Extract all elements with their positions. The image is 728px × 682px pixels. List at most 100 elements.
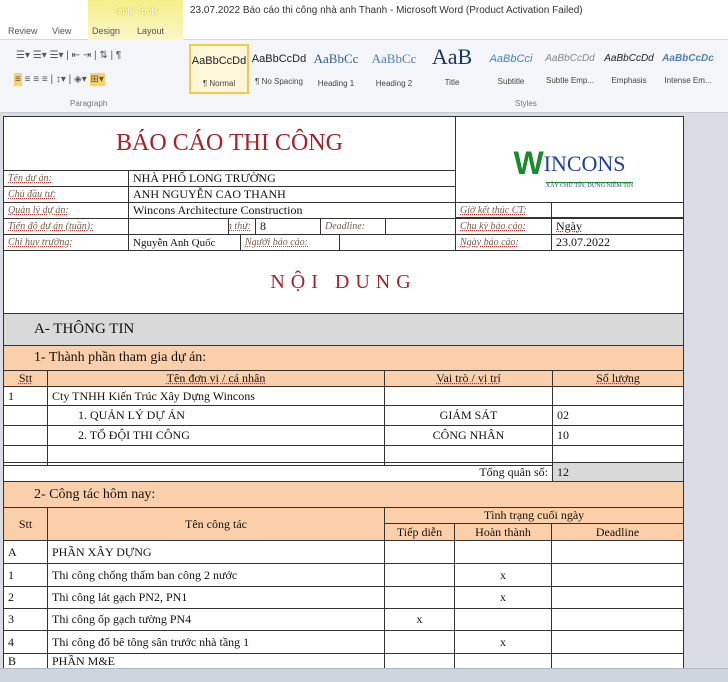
t2-cell[interactable]: x — [454, 563, 552, 587]
context-tab-label: Table Tools — [113, 6, 158, 16]
t2-header-ongoing: Tiếp diễn — [384, 523, 455, 541]
t2-cell[interactable]: 3 — [3, 608, 48, 631]
t1-header-cell: Tên đơn vị / cá nhân — [47, 370, 385, 387]
t2-cell[interactable]: 4 — [3, 630, 48, 654]
value-date[interactable]: 23.07.2022 — [551, 234, 684, 251]
value-deadline[interactable] — [385, 218, 456, 235]
value-manager[interactable]: Wincons Architecture Construction — [128, 202, 456, 219]
t1-cell[interactable] — [552, 386, 684, 406]
value-reporter[interactable] — [339, 234, 456, 251]
section-2: 2- Công tác hôm nay: — [3, 481, 684, 508]
label-week: Tuần thứ: — [228, 218, 256, 235]
tab-review[interactable]: Review — [8, 26, 38, 36]
t1-cell[interactable] — [384, 386, 553, 406]
align-icons[interactable]: ≡ ≡ ≡ ≡ | ↕▾ | ◈▾ ⊞▾ — [14, 73, 105, 86]
section-a: A- THÔNG TIN — [3, 313, 684, 346]
label-owner: Chủ đầu tư: — [3, 186, 129, 203]
style-heading-1[interactable]: AaBbCc Heading 1 — [306, 44, 366, 94]
style-no-spacing[interactable]: AaBbCcDd ¶ No Spacing — [249, 44, 309, 94]
logo-slogan: XÂY CHỮ TÍN, DỰNG NIỀM TIN — [545, 182, 634, 189]
t2-cell[interactable] — [551, 608, 684, 631]
t2-cell[interactable]: x — [454, 586, 552, 609]
value-week[interactable]: 8 — [255, 218, 321, 235]
t1-cell[interactable] — [3, 425, 48, 446]
t2-cell[interactable] — [551, 563, 684, 587]
t1-cell[interactable]: 10 — [552, 425, 684, 446]
t2-cell[interactable]: Thi công ốp gạch tường PN4 — [47, 608, 385, 631]
t1-header-cell: Số lượng — [552, 370, 684, 387]
value-progress[interactable] — [128, 218, 229, 235]
style-subtle-emphasis[interactable]: AaBbCcDd Subtle Emp... — [540, 44, 600, 94]
t2-cell[interactable]: x — [454, 630, 552, 654]
t2-cell[interactable] — [551, 586, 684, 609]
value-project[interactable]: NHÀ PHỐ LONG TRƯỜNG — [128, 170, 456, 187]
t2-header-done: Hoàn thành — [454, 523, 552, 541]
bullets-icon[interactable]: ☰▾ ☰▾ ☰▾ | ⇤ ⇥ | ⇅ | ¶ — [16, 50, 121, 61]
t2-cell[interactable] — [454, 540, 552, 564]
tab-design[interactable]: Design — [92, 26, 120, 36]
label-reporter: Người báo cáo: — [240, 234, 340, 251]
label-end-time: Giờ kết thúc CT: — [455, 202, 552, 219]
t1-cell[interactable]: Cty TNHH Kiến Trúc Xây Dựng Wincons — [47, 386, 385, 406]
t2-cell[interactable]: 1 — [3, 563, 48, 587]
t2-cell[interactable] — [384, 630, 455, 654]
t1-header-cell: Vai trò / vị trí — [384, 370, 553, 387]
label-chief: Chỉ huy trưởng: — [3, 234, 129, 251]
style-normal[interactable]: AaBbCcDd ¶ Normal — [189, 44, 249, 94]
t1-cell[interactable]: CÔNG NHÂN — [384, 425, 553, 446]
t2-cell[interactable] — [551, 540, 684, 564]
t2-cell[interactable]: B — [3, 653, 48, 668]
value-chief[interactable]: Nguyễn Anh Quốc — [128, 234, 241, 251]
group-styles: Styles — [515, 99, 537, 108]
label-date: Ngày báo cáo: — [455, 234, 552, 251]
t2-cell[interactable]: Thi công lát gạch PN2, PN1 — [47, 586, 385, 609]
status-bar — [0, 668, 728, 682]
group-paragraph: Paragraph — [70, 99, 108, 108]
tab-view[interactable]: View — [52, 26, 71, 36]
label-manager: Quản lý dự án: — [3, 202, 129, 219]
t2-header-stt: Stt — [3, 507, 48, 541]
t1-cell[interactable]: 1 — [3, 386, 48, 406]
total-label: Tổng quân số: — [3, 462, 553, 482]
t1-cell[interactable]: 1. QUẢN LÝ DỰ ÁN — [47, 405, 385, 426]
t2-cell[interactable] — [384, 563, 455, 587]
label-cycle: Chu kỳ báo cáo: — [455, 218, 552, 235]
t1-cell[interactable]: 2. TỔ ĐỘI THI CÔNG — [47, 425, 385, 446]
t1-cell[interactable]: 02 — [552, 405, 684, 426]
t1-header-cell: Stt — [3, 370, 48, 387]
t1-cell[interactable]: GIÁM SÁT — [384, 405, 553, 426]
t2-cell[interactable] — [551, 653, 684, 668]
value-cycle[interactable]: Ngày — [551, 218, 684, 235]
t2-cell[interactable]: PHẦN XÂY DỰNG — [47, 540, 385, 564]
t2-cell[interactable] — [551, 630, 684, 654]
t2-cell[interactable]: 2 — [3, 586, 48, 609]
t2-cell[interactable]: Thi công đổ bê tông sân trước nhà tầng 1 — [47, 630, 385, 654]
value-end-time[interactable] — [551, 202, 684, 219]
t2-cell[interactable]: Thi công chống thấm ban công 2 nước — [47, 563, 385, 587]
style-emphasis[interactable]: AaBbCcDd Emphasis — [599, 44, 659, 94]
t1-cell[interactable] — [3, 405, 48, 426]
t2-cell[interactable]: PHẦN M&E — [47, 653, 385, 668]
t2-cell[interactable]: x — [384, 608, 455, 631]
style-intense-emphasis[interactable]: AaBbCcDc Intense Em... — [658, 44, 718, 94]
style-title[interactable]: AaB Title — [422, 44, 482, 94]
value-owner[interactable]: ANH NGUYỄN CAO THANH — [128, 186, 456, 203]
t2-cell[interactable]: A — [3, 540, 48, 564]
window-title: 23.07.2022 Báo cáo thi công nhà anh Than… — [190, 5, 583, 16]
t2-cell[interactable] — [454, 653, 552, 668]
style-heading-2[interactable]: AaBbCc Heading 2 — [364, 44, 424, 94]
t2-cell[interactable] — [384, 586, 455, 609]
label-project: Tên dự án: — [3, 170, 129, 187]
label-deadline: Deadline: — [320, 218, 386, 235]
style-subtitle[interactable]: AaBbCci Subtitle — [481, 44, 541, 94]
t2-cell[interactable] — [384, 540, 455, 564]
t2-cell[interactable] — [384, 653, 455, 668]
section-1: 1- Thành phần tham gia dự án: — [3, 345, 684, 371]
t2-cell[interactable] — [454, 608, 552, 631]
t2-header-name: Tên công tác — [47, 507, 385, 541]
logo-name: INCONS — [543, 150, 626, 176]
total-value: 12 — [552, 462, 684, 482]
tab-layout[interactable]: Layout — [137, 26, 164, 36]
document-page[interactable]: BÁO CÁO THI CÔNG W INCONS XÂY CHỮ TÍN, DỰ… — [3, 116, 684, 668]
content-title: NỘI DUNG — [3, 250, 684, 314]
